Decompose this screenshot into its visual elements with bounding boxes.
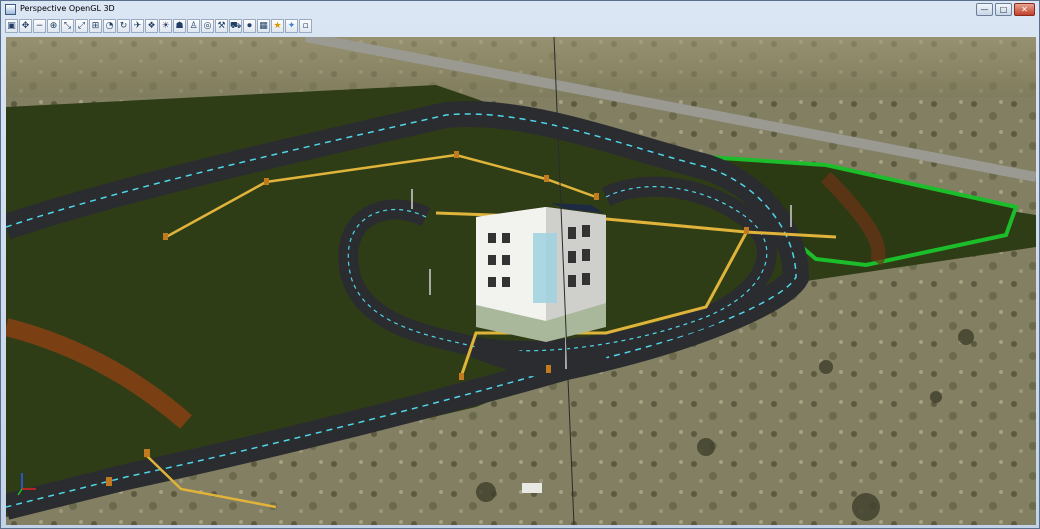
scene-canvas[interactable] [6, 37, 1036, 525]
rotate-button[interactable]: ↻ [117, 19, 130, 33]
zoom-area-button[interactable]: ⤡ [61, 19, 74, 33]
fly-through-button[interactable]: ✈ [131, 19, 144, 33]
materials-button[interactable]: ▦ [257, 19, 270, 33]
person-icon: ♙ [189, 21, 198, 31]
zoom-area-icon: ⤡ [63, 21, 72, 31]
zoom-previous-button[interactable]: ◔ [103, 19, 116, 33]
bookmark-star-icon: ✦ [287, 21, 296, 31]
bookmark-star-button[interactable]: ✦ [285, 19, 298, 33]
view-settings-icon: ▣ [7, 21, 16, 31]
window-title: Perspective OpenGL 3D [20, 4, 115, 13]
zoom-in-button[interactable]: ⊕ [47, 19, 60, 33]
pan-icon: ✥ [21, 21, 30, 31]
render-icon: ❖ [147, 21, 156, 31]
zoom-in-icon: ⊕ [49, 21, 58, 31]
steering-icon: ◎ [203, 21, 212, 31]
options-button[interactable]: ▫ [299, 19, 312, 33]
close-button[interactable]: ✕ [1014, 3, 1035, 16]
person-button[interactable]: ♙ [187, 19, 200, 33]
options-icon: ▫ [302, 21, 309, 31]
minimize-button[interactable]: — [976, 3, 993, 16]
fit-view-icon: ⤢ [77, 21, 86, 31]
drive-button[interactable]: ⛟ [229, 19, 242, 33]
title-bar[interactable]: Perspective OpenGL 3D — □ ✕ [1, 1, 1039, 19]
materials-icon: ▦ [259, 21, 268, 31]
steering-button[interactable]: ◎ [201, 19, 214, 33]
tools-button[interactable]: ⚒ [215, 19, 228, 33]
maximize-button[interactable]: □ [995, 3, 1012, 16]
zoom-window-button[interactable]: ⊞ [89, 19, 102, 33]
3d-viewport[interactable] [6, 37, 1036, 525]
lighting-button[interactable]: ☀ [159, 19, 172, 33]
favorites-button[interactable]: ★ [271, 19, 284, 33]
window-controls: — □ ✕ [976, 3, 1035, 17]
drive-icon: ⛟ [230, 21, 242, 31]
fly-through-icon: ✈ [133, 21, 142, 31]
record-button[interactable]: ⏺ [243, 19, 256, 33]
lighting-icon: ☀ [161, 21, 170, 31]
pan-button[interactable]: ✥ [19, 19, 32, 33]
favorites-icon: ★ [273, 21, 282, 31]
walk-icon: ☗ [175, 21, 184, 31]
app-window: Perspective OpenGL 3D — □ ✕ ▣ ✥ − ⊕ ⤡ ⤢ ⊞ ◔ ↻ ✈ ❖ ☀… [0, 0, 1040, 529]
record-icon: ⏺ [247, 21, 252, 31]
zoom-out-icon: − [35, 21, 44, 31]
view-settings-button[interactable]: ▣ [5, 19, 18, 33]
shed [522, 483, 542, 493]
fit-view-button[interactable]: ⤢ [75, 19, 88, 33]
view-toolbar: ▣ ✥ − ⊕ ⤡ ⤢ ⊞ ◔ ↻ ✈ ❖ ☀ ☗ ♙ ◎ ⚒ ⛟ ⏺ ▦ ★ ✦ ▫ [5, 19, 312, 36]
render-button[interactable]: ❖ [145, 19, 158, 33]
app-icon [5, 4, 16, 15]
zoom-window-icon: ⊞ [91, 21, 100, 31]
rotate-icon: ↻ [119, 21, 128, 31]
office-building[interactable] [476, 203, 606, 342]
walk-button[interactable]: ☗ [173, 19, 186, 33]
zoom-out-button[interactable]: − [33, 19, 46, 33]
tools-icon: ⚒ [217, 21, 226, 31]
zoom-previous-icon: ◔ [105, 21, 114, 31]
